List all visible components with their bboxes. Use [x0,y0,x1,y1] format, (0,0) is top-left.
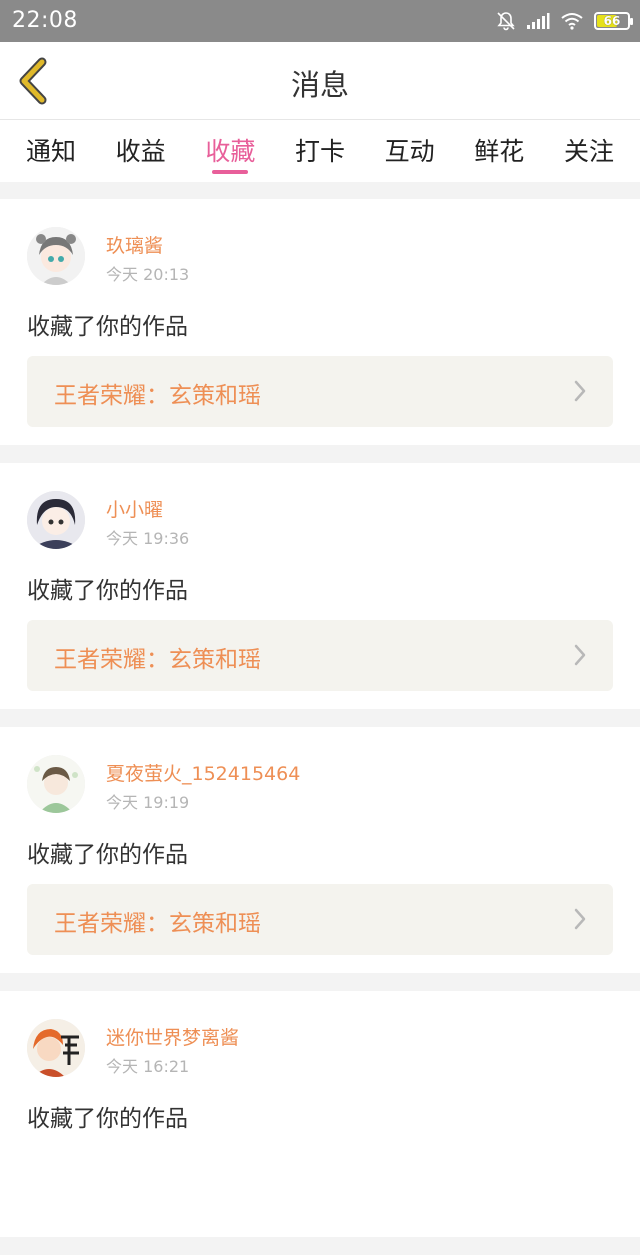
tab-label: 收益 [115,137,166,166]
timestamp: 今天 19:36 [106,529,190,548]
message-card: 小小曜 今天 19:36 收藏了你的作品 王者荣耀：玄策和瑶 [0,463,640,709]
wifi-icon [561,13,583,30]
page-title: 消息 [290,68,349,102]
tab-label: 鲜花 [474,137,525,166]
timestamp: 今天 20:13 [106,265,190,284]
avatar[interactable] [27,755,85,813]
message-card: 迷你世界梦离酱 今天 16:21 收藏了你的作品 [0,991,640,1237]
status-bar: 22:08 66 [0,0,640,42]
tab-notifications[interactable]: 通知 [26,120,76,182]
tab-label: 关注 [563,137,614,166]
avatar[interactable] [27,227,85,285]
tab-label: 打卡 [294,137,345,166]
bell-off-icon [497,12,515,31]
chevron-right-icon [574,908,586,930]
tab-bar: 通知 收益 收藏 打卡 互动 鲜花 关注 [0,120,640,182]
avatar-image [27,491,85,549]
work-title: 王者荣耀：玄策和瑶 [54,383,261,409]
tab-interactions[interactable]: 互动 [385,120,435,182]
chevron-right-icon [574,644,586,666]
battery-icon: 66 [594,12,633,30]
chevron-right-icon [574,380,586,402]
signal-icon [527,13,550,29]
message-text: 收藏了你的作品 [27,1106,188,1132]
battery-level: 66 [603,14,621,28]
message-list: 玖璃酱 今天 20:13 收藏了你的作品 王者荣耀：玄策和瑶 小小曜 今天 19… [0,199,640,1255]
work-link[interactable]: 王者荣耀：玄策和瑶 [27,884,613,955]
tab-label: 互动 [384,137,435,166]
message-card: 夏夜萤火_152415464 今天 19:19 收藏了你的作品 王者荣耀：玄策和… [0,727,640,973]
message-text: 收藏了你的作品 [27,578,188,604]
work-title: 王者荣耀：玄策和瑶 [54,647,261,673]
avatar[interactable] [27,491,85,549]
tab-checkin[interactable]: 打卡 [295,120,345,182]
tab-label: 通知 [26,137,77,166]
username[interactable]: 小小曜 [106,495,163,522]
message-text: 收藏了你的作品 [27,314,188,340]
username[interactable]: 夏夜萤火_152415464 [106,759,300,786]
timestamp: 今天 16:21 [106,1057,190,1076]
work-link[interactable]: 王者荣耀：玄策和瑶 [27,356,613,427]
username[interactable]: 玖璃酱 [106,231,163,258]
message-card: 玖璃酱 今天 20:13 收藏了你的作品 王者荣耀：玄策和瑶 [0,199,640,445]
timestamp: 今天 19:19 [106,793,190,812]
work-title: 王者荣耀：玄策和瑶 [54,911,261,937]
active-tab-indicator [212,170,249,174]
tab-follows[interactable]: 关注 [564,120,614,182]
status-time: 22:08 [12,8,78,33]
tab-earnings[interactable]: 收益 [116,120,166,182]
avatar-image [27,227,85,285]
avatar-image [27,755,85,813]
work-link[interactable]: 王者荣耀：玄策和瑶 [27,620,613,691]
username[interactable]: 迷你世界梦离酱 [106,1023,239,1050]
header: 消息 [0,42,640,120]
tab-flowers[interactable]: 鲜花 [474,120,524,182]
avatar[interactable] [27,1019,85,1077]
avatar-image [27,1019,85,1077]
tab-label: 收藏 [205,137,256,166]
message-text: 收藏了你的作品 [27,842,188,868]
status-icons: 66 [496,9,633,33]
tab-favorites[interactable]: 收藏 [205,120,255,182]
